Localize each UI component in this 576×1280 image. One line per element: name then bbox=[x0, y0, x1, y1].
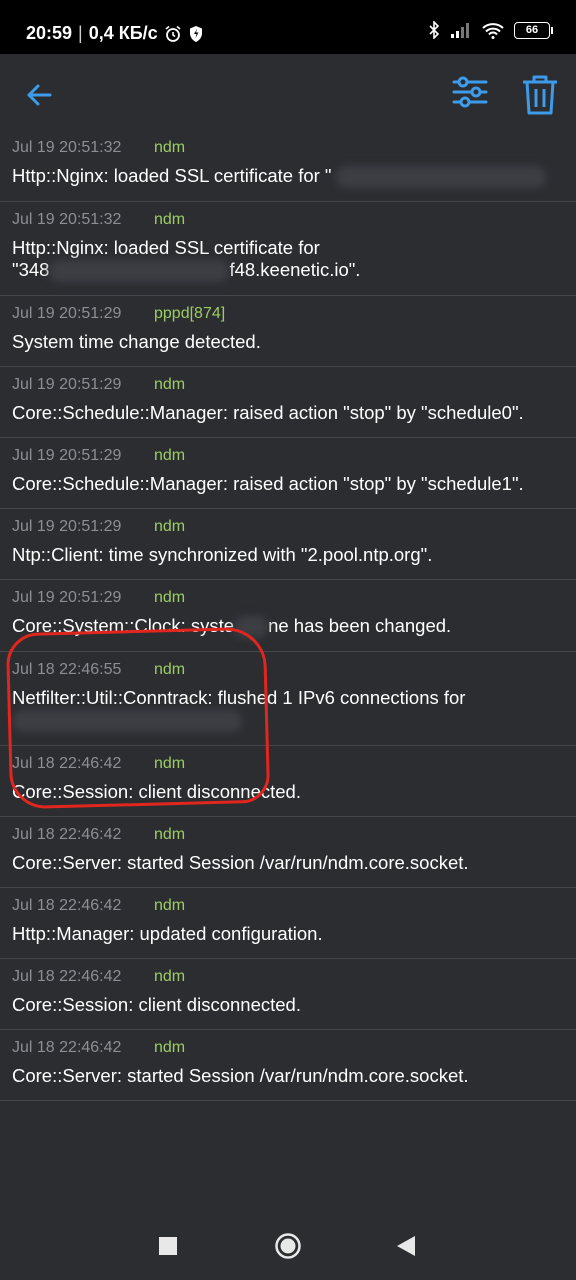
log-source: ndm bbox=[154, 211, 186, 229]
log-message: Core::System::Clock: syste ne has been ch… bbox=[12, 615, 564, 639]
log-timestamp: Jul 19 20:51:29 bbox=[12, 518, 122, 536]
log-timestamp: Jul 18 22:46:42 bbox=[12, 826, 122, 844]
triangle-back-icon[interactable] bbox=[397, 1236, 415, 1256]
arrow-left-icon[interactable] bbox=[22, 78, 56, 112]
log-list[interactable]: Jul 19 20:51:32 ndm Http::Nginx: loaded … bbox=[0, 130, 576, 1214]
redacted-text bbox=[335, 166, 546, 189]
log-timestamp: Jul 19 20:51:32 bbox=[12, 211, 122, 229]
log-message: System time change detected. bbox=[12, 331, 261, 353]
shield-bolt-icon bbox=[189, 25, 202, 42]
log-timestamp: Jul 18 22:46:42 bbox=[12, 897, 122, 915]
sliders-icon[interactable] bbox=[450, 72, 490, 112]
log-source: ndm bbox=[154, 826, 186, 844]
log-message-text: "348 bbox=[12, 259, 50, 281]
log-entry[interactable]: Jul 18 22:46:42 ndm Core::Session: clien… bbox=[0, 959, 576, 1031]
toolbar bbox=[0, 54, 576, 136]
log-entry[interactable]: Jul 19 20:51:29 pppd[874] System time ch… bbox=[0, 296, 576, 368]
alarm-icon bbox=[165, 25, 181, 42]
log-source: pppd[874] bbox=[154, 305, 226, 323]
log-entry[interactable]: Jul 19 20:51:32 ndm Http::Nginx: loaded … bbox=[0, 202, 576, 297]
log-message: Core::Schedule::Manager: raised action "… bbox=[12, 473, 524, 495]
log-source: ndm bbox=[154, 447, 186, 465]
battery-indicator: 66 bbox=[514, 21, 553, 39]
log-source: ndm bbox=[154, 755, 186, 773]
circle-icon[interactable] bbox=[274, 1232, 302, 1260]
square-icon[interactable] bbox=[159, 1237, 177, 1255]
bluetooth-icon bbox=[429, 21, 440, 39]
log-message: Core::Server: started Session /var/run/n… bbox=[12, 852, 469, 874]
log-timestamp: Jul 18 22:46:42 bbox=[12, 968, 122, 986]
log-message-text: Netfilter::Util::Conntrack: flushed 1 IP… bbox=[12, 687, 466, 709]
status-bar: 20:59 | 0,4 КБ/с 66 bbox=[0, 0, 576, 54]
wifi-icon bbox=[482, 22, 504, 39]
log-timestamp: Jul 19 20:51:29 bbox=[12, 589, 122, 607]
log-entry[interactable]: Jul 19 20:51:29 ndm Ntp::Client: time sy… bbox=[0, 509, 576, 581]
log-source: ndm bbox=[154, 968, 186, 986]
status-time: 20:59 bbox=[26, 23, 73, 43]
log-entry[interactable]: Jul 18 22:46:55 ndm Netfilter::Util::Con… bbox=[0, 652, 576, 747]
log-message: Core::Schedule::Manager: raised action "… bbox=[12, 402, 524, 424]
log-source: ndm bbox=[154, 518, 186, 536]
redacted-text bbox=[49, 260, 230, 283]
status-separator: | bbox=[78, 23, 83, 43]
log-source: ndm bbox=[154, 139, 186, 156]
log-message: Core::Session: client disconnected. bbox=[12, 781, 301, 803]
trash-icon[interactable] bbox=[520, 74, 560, 116]
navigation-bar bbox=[0, 1214, 576, 1280]
log-message: Http::Nginx: loaded SSL certificate for … bbox=[12, 165, 564, 189]
log-source: ndm bbox=[154, 589, 186, 607]
log-entry[interactable]: Jul 19 20:51:29 ndm Core::Schedule::Mana… bbox=[0, 367, 576, 439]
log-entry[interactable]: Jul 19 20:51:29 ndm Core::Schedule::Mana… bbox=[0, 438, 576, 510]
log-source: ndm bbox=[154, 1039, 186, 1057]
status-net-speed: 0,4 КБ/с bbox=[88, 23, 158, 43]
signal-icon bbox=[451, 23, 469, 38]
log-message: Netfilter::Util::Conntrack: flushed 1 IP… bbox=[12, 687, 564, 733]
log-message-text: Core::System::Clock: syste bbox=[12, 615, 235, 637]
log-message: Core::Session: client disconnected. bbox=[12, 994, 301, 1016]
log-source: ndm bbox=[154, 661, 186, 679]
log-message: Ntp::Client: time synchronized with "2.p… bbox=[12, 544, 433, 566]
log-timestamp: Jul 19 20:51:29 bbox=[12, 376, 122, 394]
log-message-text: Http::Nginx: loaded SSL certificate for … bbox=[12, 165, 332, 186]
log-source: ndm bbox=[154, 376, 186, 394]
log-entry[interactable]: Jul 18 22:46:42 ndm Core::Server: starte… bbox=[0, 817, 576, 889]
log-timestamp: Jul 18 22:46:42 bbox=[12, 1039, 122, 1057]
log-timestamp: Jul 19 20:51:29 bbox=[12, 305, 122, 323]
log-entry[interactable]: Jul 19 20:51:29 ndm Core::System::Clock:… bbox=[0, 580, 576, 653]
log-message: Http::Nginx: loaded SSL certificate for … bbox=[12, 237, 564, 283]
log-timestamp: Jul 18 22:46:42 bbox=[12, 755, 122, 773]
log-entry[interactable]: Jul 18 22:46:42 ndm Core::Server: starte… bbox=[0, 1030, 576, 1102]
log-timestamp: Jul 19 20:51:32 bbox=[12, 139, 122, 156]
log-message: Core::Server: started Session /var/run/n… bbox=[12, 1065, 469, 1087]
log-timestamp: Jul 19 20:51:29 bbox=[12, 447, 122, 465]
log-entry[interactable]: Jul 18 22:46:42 ndm Http::Manager: updat… bbox=[0, 888, 576, 960]
log-entry[interactable]: Jul 18 22:46:42 ndm Core::Session: clien… bbox=[0, 746, 576, 818]
log-source: ndm bbox=[154, 897, 186, 915]
log-message-text: Http::Nginx: loaded SSL certificate for bbox=[12, 237, 320, 259]
log-message-text: f48.keenetic.io". bbox=[229, 259, 361, 281]
log-entry[interactable]: Jul 19 20:51:32 ndm Http::Nginx: loaded … bbox=[0, 130, 576, 203]
redacted-text bbox=[12, 710, 242, 733]
redacted-text bbox=[234, 616, 269, 639]
log-message-text: ne has been changed. bbox=[268, 615, 452, 637]
log-timestamp: Jul 18 22:46:55 bbox=[12, 661, 122, 679]
log-message: Http::Manager: updated configuration. bbox=[12, 923, 323, 945]
